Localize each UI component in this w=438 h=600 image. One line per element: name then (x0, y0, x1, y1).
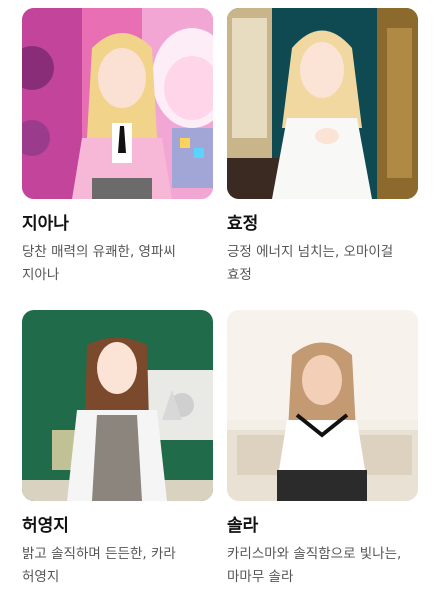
idol-card-solar[interactable]: 솔라 카리스마와 솔직함으로 빛나는, 마마무 솔라 (227, 310, 418, 589)
card-description: 밝고 솔직하며 든든한, 카라 허영지 (22, 546, 176, 585)
card-name: 허영지 (22, 516, 69, 536)
idol-card-jiana[interactable]: 지아나 당찬 매력의 유쾌한, 영파씨 지아나 (22, 8, 213, 287)
card-photo[interactable] (22, 310, 213, 501)
card-description: 카리스마와 솔직함으로 빛나는, 마마무 솔라 (227, 546, 402, 585)
portrait-photo-icon (227, 8, 418, 199)
card-description: 당찬 매력의 유쾌한, 영파씨 지아나 (22, 244, 176, 283)
card-photo[interactable] (227, 310, 418, 501)
idol-card-grid: 지아나 당찬 매력의 유쾌한, 영파씨 지아나 효정 긍정 에너지 넘치는, 오… (0, 0, 438, 600)
card-name: 지아나 (22, 214, 69, 234)
portrait-photo-icon (22, 310, 213, 501)
card-name: 효정 (227, 214, 259, 234)
portrait-photo-icon (22, 8, 213, 199)
card-photo[interactable] (227, 8, 418, 199)
card-name: 솔라 (227, 516, 259, 536)
card-photo[interactable] (22, 8, 213, 199)
idol-card-hyojung[interactable]: 효정 긍정 에너지 넘치는, 오마이걸 효정 (227, 8, 418, 287)
portrait-photo-icon (227, 310, 418, 501)
card-description: 긍정 에너지 넘치는, 오마이걸 효정 (227, 244, 394, 283)
idol-card-heo-youngji[interactable]: 허영지 밝고 솔직하며 든든한, 카라 허영지 (22, 310, 213, 589)
